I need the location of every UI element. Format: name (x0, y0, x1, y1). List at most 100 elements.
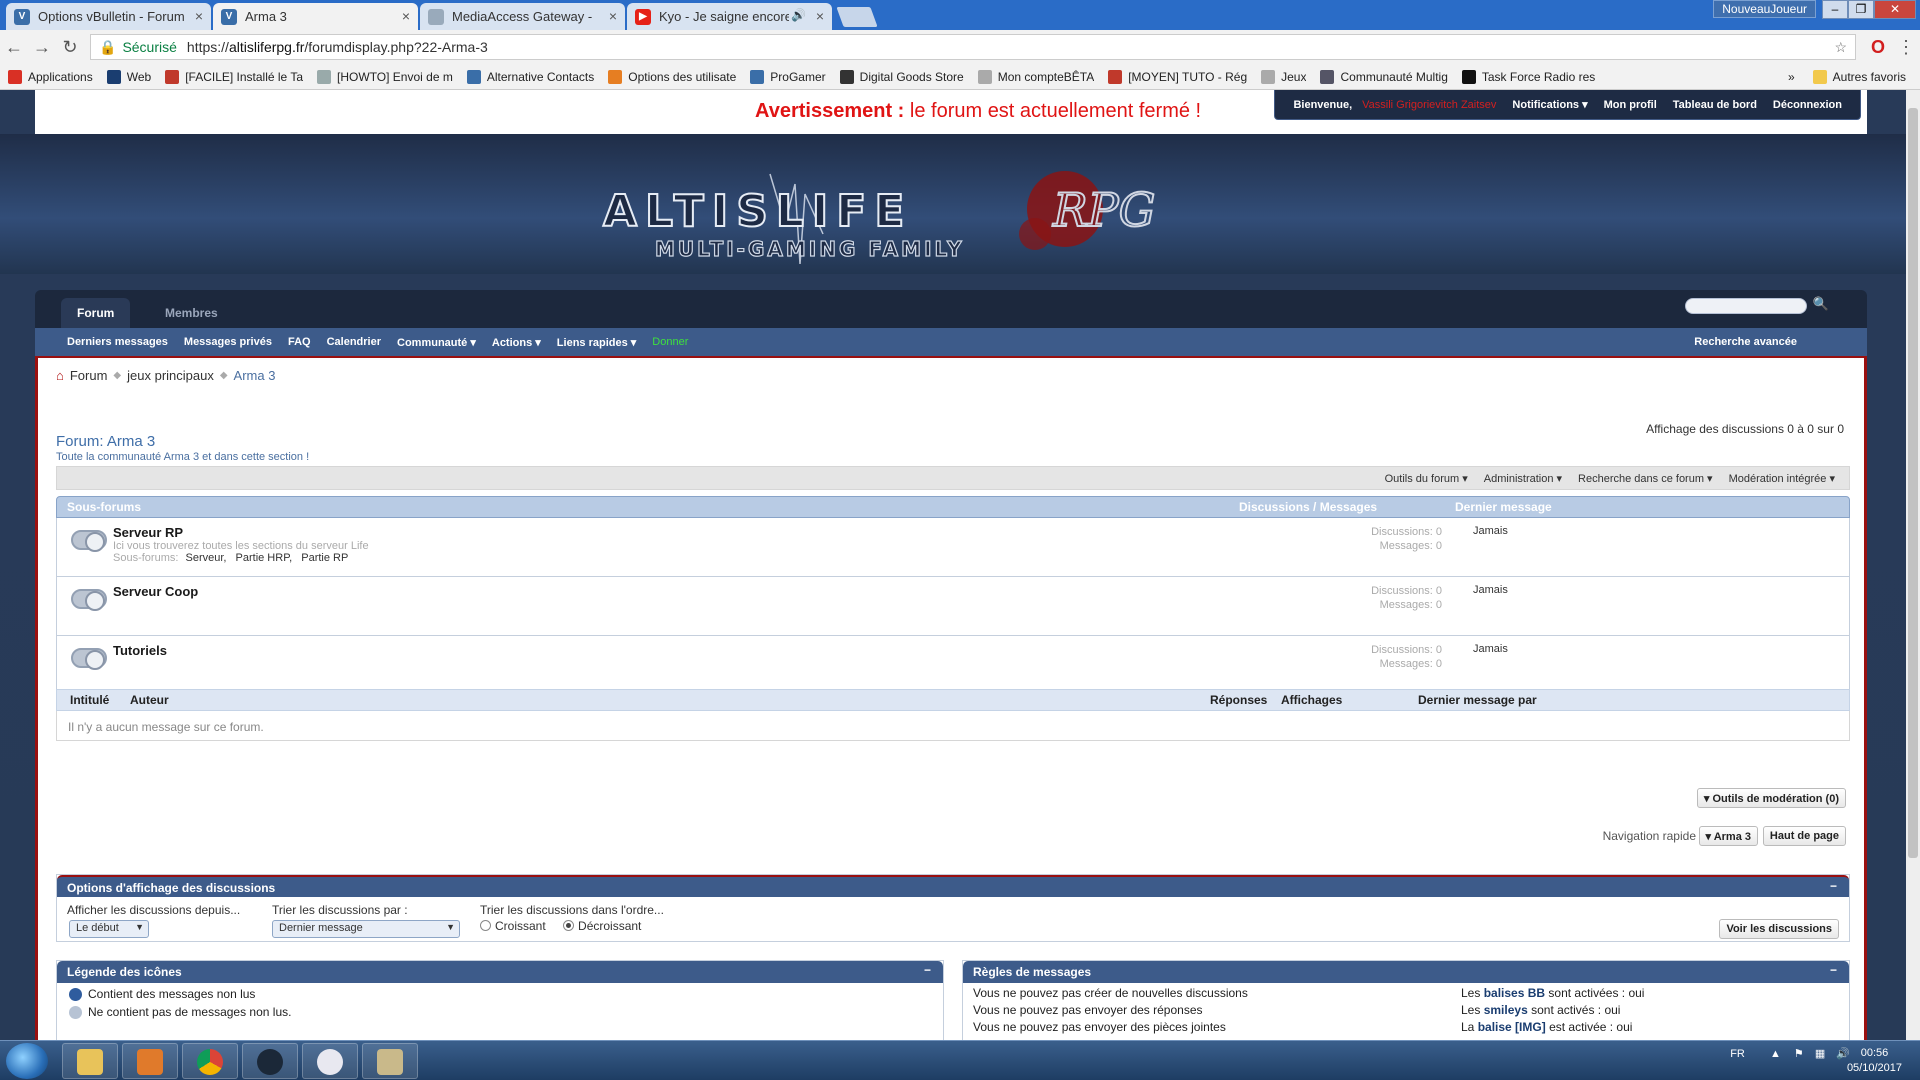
bookmark-item[interactable]: [HOWTO] Envoi de m (317, 69, 453, 84)
new-tab-button[interactable] (836, 7, 878, 27)
tray-arrow-icon[interactable]: ▲ (1770, 1048, 1781, 1060)
bookmark-item[interactable]: Options des utilisate (608, 69, 736, 84)
back-icon[interactable]: ← (0, 37, 28, 58)
taskbar-itunes[interactable] (302, 1043, 358, 1079)
view-threads-button[interactable]: Voir les discussions (1719, 919, 1839, 939)
taskbar-paint[interactable] (362, 1043, 418, 1079)
subforum-child-link[interactable]: Serveur, (185, 552, 226, 564)
ascending-radio[interactable] (480, 920, 491, 931)
dashboard-link[interactable]: Tableau de bord (1673, 99, 1757, 111)
more-icon[interactable]: » (1788, 70, 1795, 84)
menu-icon[interactable]: ⋮ (1892, 37, 1920, 58)
taskbar-media-player[interactable] (122, 1043, 178, 1079)
administration-menu[interactable]: Administration ▾ (1484, 472, 1562, 485)
reload-icon[interactable]: ↻ (56, 37, 84, 58)
breadcrumb-forum[interactable]: Forum (70, 368, 108, 383)
bookmark-item[interactable]: Digital Goods Store (839, 69, 964, 84)
subforum-child-link[interactable]: Partie RP (301, 552, 348, 564)
descending-radio[interactable] (563, 920, 575, 931)
subnav-quick-links[interactable]: Liens rapides ▾ (557, 336, 637, 349)
breadcrumb-category[interactable]: jeux principaux (127, 368, 214, 383)
subforum-child-link[interactable]: Partie HRP, (236, 552, 293, 564)
bookmark-item[interactable]: [FACILE] Installé le Ta (165, 69, 303, 84)
network-icon[interactable]: ▦ (1815, 1048, 1825, 1060)
page-scrollbar[interactable] (1906, 90, 1920, 1040)
sort-last-post[interactable]: Dernier message par (1418, 693, 1537, 707)
bookmark-item[interactable]: Applications (8, 69, 93, 84)
search-input[interactable] (1685, 298, 1807, 314)
collapse-icon[interactable]: − (1830, 879, 1837, 893)
close-icon[interactable]: × (816, 8, 824, 24)
opera-icon[interactable]: O (1864, 37, 1892, 58)
taskbar-explorer[interactable] (62, 1043, 118, 1079)
subforum-name[interactable]: Tutoriels (113, 643, 167, 658)
scrollbar-thumb[interactable] (1908, 108, 1918, 858)
tab-arma-3[interactable]: V Arma 3 × (213, 3, 418, 30)
tab-options-vbulletin[interactable]: V Options vBulletin - Forum × (6, 3, 211, 30)
since-select[interactable]: Le début (69, 920, 149, 938)
window-user-badge[interactable]: NouveauJoueur (1713, 0, 1816, 18)
forward-icon[interactable]: → (28, 37, 56, 58)
username-link[interactable]: Vassili Grigorievitch Zaitsev (1362, 99, 1496, 111)
close-icon[interactable]: × (609, 8, 617, 24)
flag-icon[interactable]: ⚑ (1794, 1048, 1804, 1060)
tab-mediaaccess[interactable]: MediaAccess Gateway - × (420, 3, 625, 30)
taskbar-steam[interactable] (242, 1043, 298, 1079)
collapse-icon[interactable]: − (1830, 963, 1837, 977)
sort-replies[interactable]: Réponses (1210, 693, 1267, 707)
sort-title[interactable]: Intitulé (70, 693, 109, 707)
forum-tools-menu[interactable]: Outils du forum ▾ (1385, 472, 1468, 485)
img-code-link[interactable]: balise [IMG] (1478, 1020, 1546, 1034)
address-bar[interactable]: 🔒 Sécurisé https://altisliferpg.fr/forum… (90, 34, 1856, 60)
subforum-name[interactable]: Serveur RP (113, 525, 183, 540)
minimize-button[interactable]: – (1822, 0, 1848, 19)
tab-members[interactable]: Membres (149, 298, 234, 328)
sort-select[interactable]: Dernier message (272, 920, 460, 938)
search-icon[interactable]: 🔍 (1813, 296, 1829, 312)
close-icon[interactable]: × (195, 8, 203, 24)
advanced-search-link[interactable]: Recherche avancée (1694, 336, 1797, 348)
home-icon[interactable]: ⌂ (56, 368, 64, 383)
taskbar-chrome[interactable] (182, 1043, 238, 1079)
speaker-icon[interactable]: 🔊 (791, 8, 806, 22)
logout-link[interactable]: Déconnexion (1773, 99, 1842, 111)
close-icon[interactable]: × (402, 8, 410, 24)
start-button[interactable] (6, 1043, 48, 1079)
maximize-button[interactable]: ❐ (1848, 0, 1874, 19)
subnav-community[interactable]: Communauté ▾ (397, 336, 476, 349)
profile-link[interactable]: Mon profil (1604, 99, 1657, 111)
other-bookmarks[interactable]: » Autres favoris (1788, 69, 1906, 84)
sort-views[interactable]: Affichages (1281, 693, 1342, 707)
sort-author[interactable]: Auteur (130, 693, 169, 707)
tab-youtube-kyo[interactable]: ▶ Kyo - Je saigne encore 🔊 × (627, 3, 832, 30)
inline-moderation-menu[interactable]: Modération intégrée ▾ (1729, 472, 1835, 485)
clock[interactable]: 00:56 05/10/2017 (1847, 1046, 1902, 1076)
close-window-button[interactable]: ✕ (1874, 0, 1916, 19)
bookmark-item[interactable]: Jeux (1261, 69, 1306, 84)
moderation-tools-button[interactable]: ▾ Outils de modération (0) (1696, 788, 1846, 808)
subnav-calendar[interactable]: Calendrier (327, 336, 381, 348)
subnav-private-messages[interactable]: Messages privés (184, 336, 272, 348)
top-of-page-button[interactable]: Haut de page (1762, 826, 1846, 846)
notifications-menu[interactable]: Notifications ▾ (1512, 98, 1587, 111)
subnav-actions[interactable]: Actions ▾ (492, 336, 541, 349)
subnav-donate[interactable]: Donner (652, 336, 688, 348)
bookmark-star-icon[interactable]: ☆ (1834, 39, 1847, 56)
quick-nav-select[interactable]: ▾ Arma 3 (1698, 826, 1758, 846)
bookmark-item[interactable]: Mon compteBÊTA (977, 69, 1094, 84)
collapse-icon[interactable]: − (924, 963, 931, 977)
tab-forum[interactable]: Forum (61, 298, 131, 328)
subnav-faq[interactable]: FAQ (288, 336, 311, 348)
subnav-latest-posts[interactable]: Derniers messages (67, 336, 168, 348)
bookmark-item[interactable]: Communauté Multig (1320, 69, 1448, 84)
bookmark-item[interactable]: ProGamer (750, 69, 826, 84)
bookmark-item[interactable]: Task Force Radio res (1461, 69, 1595, 84)
bookmark-item[interactable]: [MOYEN] TUTO - Rég (1108, 69, 1247, 84)
bookmark-item[interactable]: Alternative Contacts (466, 69, 594, 84)
subforum-name[interactable]: Serveur Coop (113, 584, 198, 599)
bookmark-item[interactable]: Web (106, 69, 151, 84)
language-indicator[interactable]: FR (1730, 1048, 1745, 1060)
search-forum-menu[interactable]: Recherche dans ce forum ▾ (1578, 472, 1713, 485)
smilies-link[interactable]: smileys (1484, 1003, 1528, 1017)
bbcode-link[interactable]: balises BB (1484, 986, 1545, 1000)
